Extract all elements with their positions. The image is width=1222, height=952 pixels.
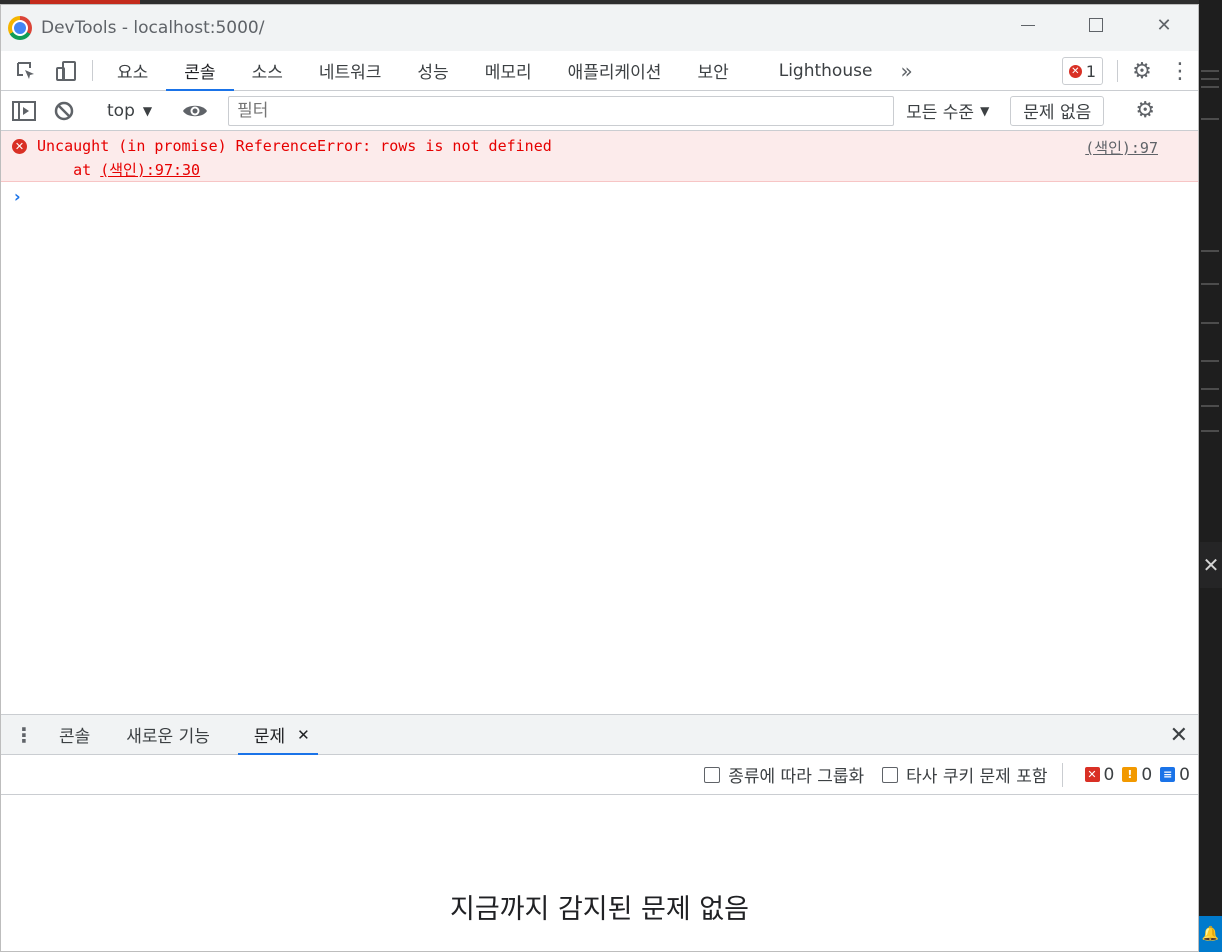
drawer-tab-issues[interactable]: 문제 ✕ [237,715,318,755]
info-issue-count-value: 0 [1179,764,1190,785]
gear-icon: ⚙ [1132,58,1152,84]
chrome-logo-icon [8,16,32,40]
live-expression-button[interactable] [175,102,215,120]
tab-memory[interactable]: 메모리 [467,51,550,90]
stack-prefix: at [37,161,101,179]
group-by-kind-checkbox[interactable]: 종류에 따라 그룹화 [704,762,864,787]
minimize-icon [1021,24,1035,26]
more-vertical-icon: ⋮ [1169,58,1191,84]
context-selector[interactable]: top ▼ [97,101,162,121]
toolbar-divider [92,60,93,81]
tab-network[interactable]: 네트워크 [301,51,400,90]
tab-elements[interactable]: 요소 [99,51,166,90]
info-message-icon: ≡ [1160,767,1176,782]
no-issues-message: 지금까지 감지된 문제 없음 [450,894,749,925]
issues-button[interactable]: 문제 없음 [1010,95,1105,126]
inspect-element-icon [17,61,34,79]
warning-issue-count: ! 0 [1122,765,1152,785]
block-icon [54,101,74,120]
context-value: top [107,100,135,121]
console-error-message: ✕ Uncaught (in promise) ReferenceError: … [1,131,1198,182]
close-drawer-button[interactable]: ✕ [1170,715,1188,755]
error-issue-count-value: 0 [1103,764,1115,785]
device-toolbar-icon [56,60,76,81]
error-issue-count: ✕ 0 [1084,764,1115,785]
title-bar: DevTools - localhost:5000/ ✕ [1,5,1198,51]
tab-sources[interactable]: 소스 [234,51,301,90]
tab-security[interactable]: 보안 [679,51,746,90]
stack-source-link[interactable]: (색인):97:30 [100,161,200,179]
error-message-text: Uncaught (in promise) ReferenceError: ro… [37,137,552,155]
console-toolbar: top ▼ 모든 수준 ▼ 문제 없음 ⚙ [1,91,1198,131]
tab-application[interactable]: 애플리케이션 [550,51,680,90]
background-editor: ✕ 🔔 [1199,0,1222,952]
warning-issue-count-value: 0 [1141,764,1153,785]
inspect-element-button[interactable] [6,51,46,90]
include-third-party-label: 타사 쿠키 문제 포함 [906,767,1048,787]
error-icon: ✕ [12,139,27,154]
device-toolbar-button[interactable] [46,51,86,90]
error-count-badge[interactable]: ✕ 1 [1061,57,1103,85]
gear-icon: ⚙ [1135,98,1156,123]
window-title: DevTools - localhost:5000/ [41,18,265,38]
clear-console-button[interactable] [44,100,84,122]
log-levels-value: 모든 수준 [906,103,975,123]
drawer-tab-whats-new[interactable]: 새로운 기능 [114,715,222,754]
toolbar-right-group: ✕ 1 ⚙ ⋮ [1061,51,1198,91]
console-settings-button[interactable]: ⚙ [1125,91,1165,131]
info-issue-count: ≡ 0 [1160,765,1190,785]
error-stack-line: at (색인):97:30 [37,159,200,180]
close-icon: ✕ [1169,722,1188,748]
toolbar-divider [1061,762,1063,787]
warning-icon: ! [1122,767,1138,782]
window-controls: ✕ [994,5,1198,51]
close-icon: ✕ [1156,14,1172,36]
console-prompt[interactable]: › [14,187,21,206]
toolbar-divider [1117,60,1118,82]
drawer-tab-bar: ⋮ 콘솔 새로운 기능 문제 ✕ ✕ [1,715,1198,755]
group-by-kind-label: 종류에 따라 그룹화 [728,767,865,787]
error-icon: ✕ [1068,64,1082,78]
drawer-tab-issues-label: 문제 [253,727,286,747]
eye-icon [183,105,208,116]
drawer-tab-console[interactable]: 콘솔 [47,715,102,754]
tab-lighthouse[interactable]: Lighthouse [761,51,891,90]
maximize-icon [1089,18,1103,32]
tab-console[interactable]: 콘솔 [166,51,234,91]
chevron-right-icon: › [14,187,21,206]
error-count: 1 [1085,61,1096,81]
log-levels-dropdown[interactable]: 모든 수준 ▼ [894,98,1001,123]
tab-performance[interactable]: 성능 [399,51,466,90]
error-source-link[interactable]: (색인):97 [1085,137,1158,158]
include-third-party-checkbox[interactable]: 타사 쿠키 문제 포함 [882,762,1048,787]
show-sidebar-button[interactable] [4,100,44,121]
sidebar-toggle-icon [12,100,36,121]
caret-down-icon: ▼ [142,103,153,118]
customize-menu-button[interactable]: ⋮ [1162,51,1198,91]
panel-tab-bar: 요소 콘솔 소스 네트워크 성능 메모리 애플리케이션 보안 Lighthous… [1,51,1198,91]
bell-icon[interactable]: 🔔 [1199,916,1222,952]
error-square-icon: ✕ [1084,767,1100,782]
filter-input[interactable] [228,95,895,126]
double-chevron-right-icon: » [900,58,913,83]
settings-button[interactable]: ⚙ [1122,51,1162,91]
close-button[interactable]: ✕ [1130,5,1198,45]
checkbox-icon [882,766,899,783]
maximize-button[interactable] [1062,5,1130,45]
checkbox-icon [704,766,721,783]
caret-down-icon: ▼ [980,103,990,118]
drawer-panel: ⋮ 콘솔 새로운 기능 문제 ✕ ✕ 종류에 따라 그룹화 타사 쿠키 문제 포… [1,714,1198,951]
minimize-button[interactable] [994,5,1062,45]
close-tab-icon[interactable]: ✕ [297,726,310,744]
issues-toolbar: 종류에 따라 그룹화 타사 쿠키 문제 포함 ✕ 0 ! 0 ≡ 0 [1,755,1198,795]
more-tabs-button[interactable]: » [890,51,922,90]
devtools-window: DevTools - localhost:5000/ ✕ 요소 콘솔 소스 네트… [0,4,1199,952]
drawer-menu-button[interactable]: ⋮ [1,715,47,754]
more-vertical-icon: ⋮ [14,722,34,747]
close-icon[interactable]: ✕ [1200,542,1222,588]
